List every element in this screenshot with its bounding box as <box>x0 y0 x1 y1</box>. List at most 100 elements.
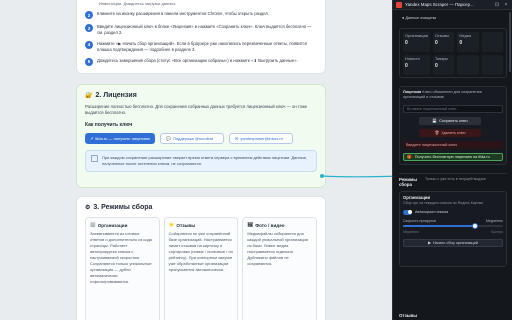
speed-row: Скорость прокрутки Медленно <box>403 219 503 223</box>
mode-title: ⭐ Отзывы <box>169 222 234 228</box>
panel-title: Yandex Maps Scraper — Парсер... <box>405 2 474 7</box>
delete-key-button[interactable]: 🗑 Удалить ключ <box>419 128 481 137</box>
status-chip-text: Данные очищены <box>405 16 437 20</box>
panel-scrollbar[interactable] <box>509 12 511 72</box>
speed-max-label: Быстро <box>491 229 503 234</box>
play-icon: ▶ <box>428 241 431 246</box>
install-steps-card: Инвестиции. Дождитесь загрузки данных. 2… <box>76 0 326 74</box>
start-label: Начать сбор организаций <box>432 240 478 245</box>
stat-label: Новости <box>405 57 420 61</box>
step-number: 4 <box>85 40 93 49</box>
guide-document: Инвестиции. Дождитесь загрузки данных. 2… <box>0 0 392 320</box>
stat-media: Медиа 0 <box>457 32 479 52</box>
organizations-mode-title: Организации <box>403 194 431 200</box>
save-key-label: Сохранить ключ <box>439 118 468 123</box>
lock-icon: 🔐 <box>85 93 93 99</box>
top-line-text: Инвестиции. Дождитесь загрузки данных. <box>99 1 177 6</box>
modes-title-text: 3. Режимы сбора <box>93 204 153 211</box>
autoscroll-row: Автоскролл списка <box>403 209 503 215</box>
mode-card-reviews: ⭐ Отзывы Собираются по уже сохранённой б… <box>163 217 239 320</box>
delete-key-label: Удалить ключ <box>441 130 466 135</box>
license-panel-header: Лицензия Ключ обязателен для сохранения … <box>403 90 503 101</box>
stat-empty <box>457 55 479 75</box>
step-number: 2 <box>85 11 93 19</box>
step-text: Нажмите «▶ Начать сбор организаций». Есл… <box>97 40 307 52</box>
support-label: Поддержка @scrolbot <box>172 136 214 142</box>
app-logo-icon <box>396 1 402 8</box>
mode-title-text: Фото / видео <box>255 222 285 228</box>
mode-card-media: 🖼 Фото / видео Медиафайлы собираются для… <box>242 217 318 320</box>
speed-min-label: Медленно <box>403 229 420 234</box>
enter-key-warning: Введите лицензионный ключ <box>403 140 503 149</box>
step-number: 5 <box>85 57 93 66</box>
step-text: Кликните на иконку расширения в панели и… <box>97 11 270 16</box>
stat-label: Медиа <box>459 34 471 38</box>
license-section-card: 🔐 2. Лицензия Расширение полностью беспл… <box>76 84 326 188</box>
modes-section-title: ⚙ 3. Режимы сбора <box>85 204 317 211</box>
get-license-button[interactable]: ↗ tilda.ru — получить лицензию <box>85 133 155 145</box>
modes-panel-desc: Только с уже есть в текущей выдаче <box>425 176 486 181</box>
mode-card-organizations: 🏢 Организации Захватываются из готовых о… <box>85 217 160 320</box>
step-number: 3 <box>85 24 93 32</box>
step-text: Дождитесь завершения сбора (статус «Все … <box>97 57 298 63</box>
step-item: 4 Нажмите «▶ Начать сбор организаций». Е… <box>85 40 317 53</box>
building-icon: 🏢 <box>90 222 96 227</box>
support-email-button[interactable]: ✉ yandexparser@inbox.ru <box>229 133 293 145</box>
stat-organizations: Организации 0 <box>403 32 430 52</box>
modes-section-card: ⚙ 3. Режимы сбора 🏢 Организации Захватыв… <box>76 196 326 320</box>
autoscroll-toggle[interactable] <box>403 209 412 215</box>
organizations-mode-desc: Сбор орг. из текущего поиска по Яндекс К… <box>403 200 483 205</box>
trash-icon: 🗑 <box>434 131 440 136</box>
modes-grid: 🏢 Организации Захватываются из готовых о… <box>85 217 318 320</box>
license-key-input[interactable]: Вставьте лицензионный ключ <box>403 104 503 113</box>
step-text: Введите лицензионный ключ в блоке «Лицен… <box>97 24 312 35</box>
extension-side-panel: Yandex Maps Scraper — Парсер... ⊡ × ● Да… <box>392 0 512 320</box>
speed-slider-fill <box>403 224 475 227</box>
status-chip: ● Данные очищены <box>399 14 455 22</box>
stat-value: 0 <box>405 40 408 46</box>
save-icon: 💾 <box>432 119 438 124</box>
chat-icon: 💬 <box>166 136 171 142</box>
mode-text: Собираются по уже сохранённой базе орган… <box>168 231 233 272</box>
panel-titlebar: Yandex Maps Scraper — Парсер... ⊡ × <box>393 0 512 10</box>
get-license-label: tilda.ru — получить лицензию <box>95 136 150 142</box>
stat-empty <box>481 32 503 52</box>
close-icon[interactable]: × <box>503 2 509 8</box>
stat-empty <box>481 55 503 75</box>
mode-title: 🏢 Организации <box>90 222 155 228</box>
stat-value: 0 <box>434 63 438 69</box>
license-title-text: 2. Лицензия <box>95 92 137 99</box>
save-key-button[interactable]: 💾 Сохранить ключ <box>419 116 481 125</box>
stat-news: Новости 0 <box>403 55 430 75</box>
how-to-get-key-heading: Как получить ключ <box>85 122 133 129</box>
modes-panel-label: Режимы сбора <box>399 176 418 187</box>
license-links: ↗ tilda.ru — получить лицензию 💬 Поддерж… <box>85 133 317 145</box>
step-item: 5 Дождитесь завершения сбора (статус «Вс… <box>85 57 317 66</box>
autoscroll-label: Автоскролл списка <box>415 210 449 215</box>
modes-panel-header: Режимы сбора Только с уже есть в текущей… <box>399 172 507 187</box>
mode-title-text: Организации <box>97 222 128 228</box>
speed-slider[interactable] <box>403 222 503 229</box>
mode-title-text: Отзывы <box>176 222 196 228</box>
gear-icon: ⚙ <box>85 205 91 211</box>
license-note-text: При каждом сохранении расширение сверяет… <box>102 155 308 166</box>
info-icon <box>91 155 98 163</box>
speed-label: Скорость прокрутки <box>403 218 437 223</box>
stat-label: Отзывы <box>434 34 449 38</box>
stat-value: 0 <box>459 40 463 46</box>
stat-label: Товары <box>434 57 449 61</box>
speed-slider-handle[interactable] <box>472 222 478 229</box>
support-telegram-button[interactable]: 💬 Поддержка @scrolbot <box>160 133 224 145</box>
link-icon: ↗ <box>90 136 94 142</box>
license-panel: Лицензия Ключ обязателен для сохранения … <box>399 86 507 165</box>
mail-icon: ✉ <box>235 136 239 142</box>
license-section-title: 🔐 2. Лицензия <box>85 92 317 99</box>
step-item: 3 Введите лицензионный ключ в блоке «Лиц… <box>85 24 317 36</box>
free-license-button[interactable]: 🎁 Получить бесплатную лицензию на tilda.… <box>403 152 503 161</box>
email-label: yandexparser@inbox.ru <box>240 136 283 142</box>
start-organizations-button[interactable]: ▶ Начать сбор организаций <box>403 238 503 247</box>
mode-text: Медиафайлы собираются для каждой уникаль… <box>247 231 308 266</box>
pin-icon[interactable]: ⊡ <box>494 2 500 8</box>
organizations-mode-box: Организации Сбор орг. из текущего поиска… <box>399 190 507 267</box>
license-description: Расширение полностью бесплатно. Для сохр… <box>85 104 308 116</box>
